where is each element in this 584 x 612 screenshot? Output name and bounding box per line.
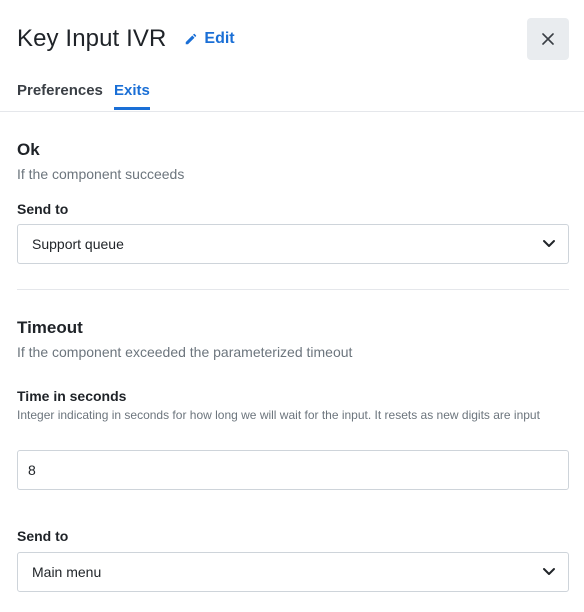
- time-in-seconds-value: 8: [28, 462, 36, 478]
- ok-send-to-label: Send to: [17, 201, 69, 217]
- panel-header: Key Input IVR Edit: [17, 18, 569, 60]
- timeout-section-title: Timeout: [17, 318, 83, 337]
- ok-section-title: Ok: [17, 140, 40, 159]
- chevron-down-icon: [543, 240, 555, 247]
- page-title: Key Input IVR: [17, 25, 167, 52]
- edit-button[interactable]: Edit: [184, 30, 235, 48]
- time-in-seconds-label: Time in seconds: [17, 388, 127, 404]
- close-icon: [542, 33, 554, 45]
- pencil-icon: [186, 33, 197, 45]
- ok-send-to-value: Support queue: [32, 236, 124, 252]
- time-in-seconds-input[interactable]: 8: [17, 450, 569, 490]
- timeout-send-to-value: Main menu: [32, 564, 102, 580]
- timeout-section-description: If the component exceeded the parameteri…: [17, 344, 353, 360]
- close-button[interactable]: [527, 18, 569, 60]
- ok-section-description: If the component succeeds: [17, 166, 185, 182]
- tab-bar: Preferences Exits: [0, 72, 584, 112]
- time-in-seconds-help: Integer indicating in seconds for how lo…: [17, 408, 540, 422]
- timeout-send-to-label: Send to: [17, 528, 69, 544]
- tab-preferences[interactable]: Preferences: [17, 82, 103, 99]
- chevron-down-icon: [543, 568, 555, 575]
- timeout-send-to-select[interactable]: Main menu: [17, 552, 569, 592]
- edit-label: Edit: [204, 30, 235, 47]
- exits-panel: Key Input IVR Edit Preferences Exits Ok …: [0, 0, 584, 612]
- tab-exits[interactable]: Exits: [114, 82, 150, 110]
- section-divider: [17, 289, 569, 290]
- ok-send-to-select[interactable]: Support queue: [17, 224, 569, 264]
